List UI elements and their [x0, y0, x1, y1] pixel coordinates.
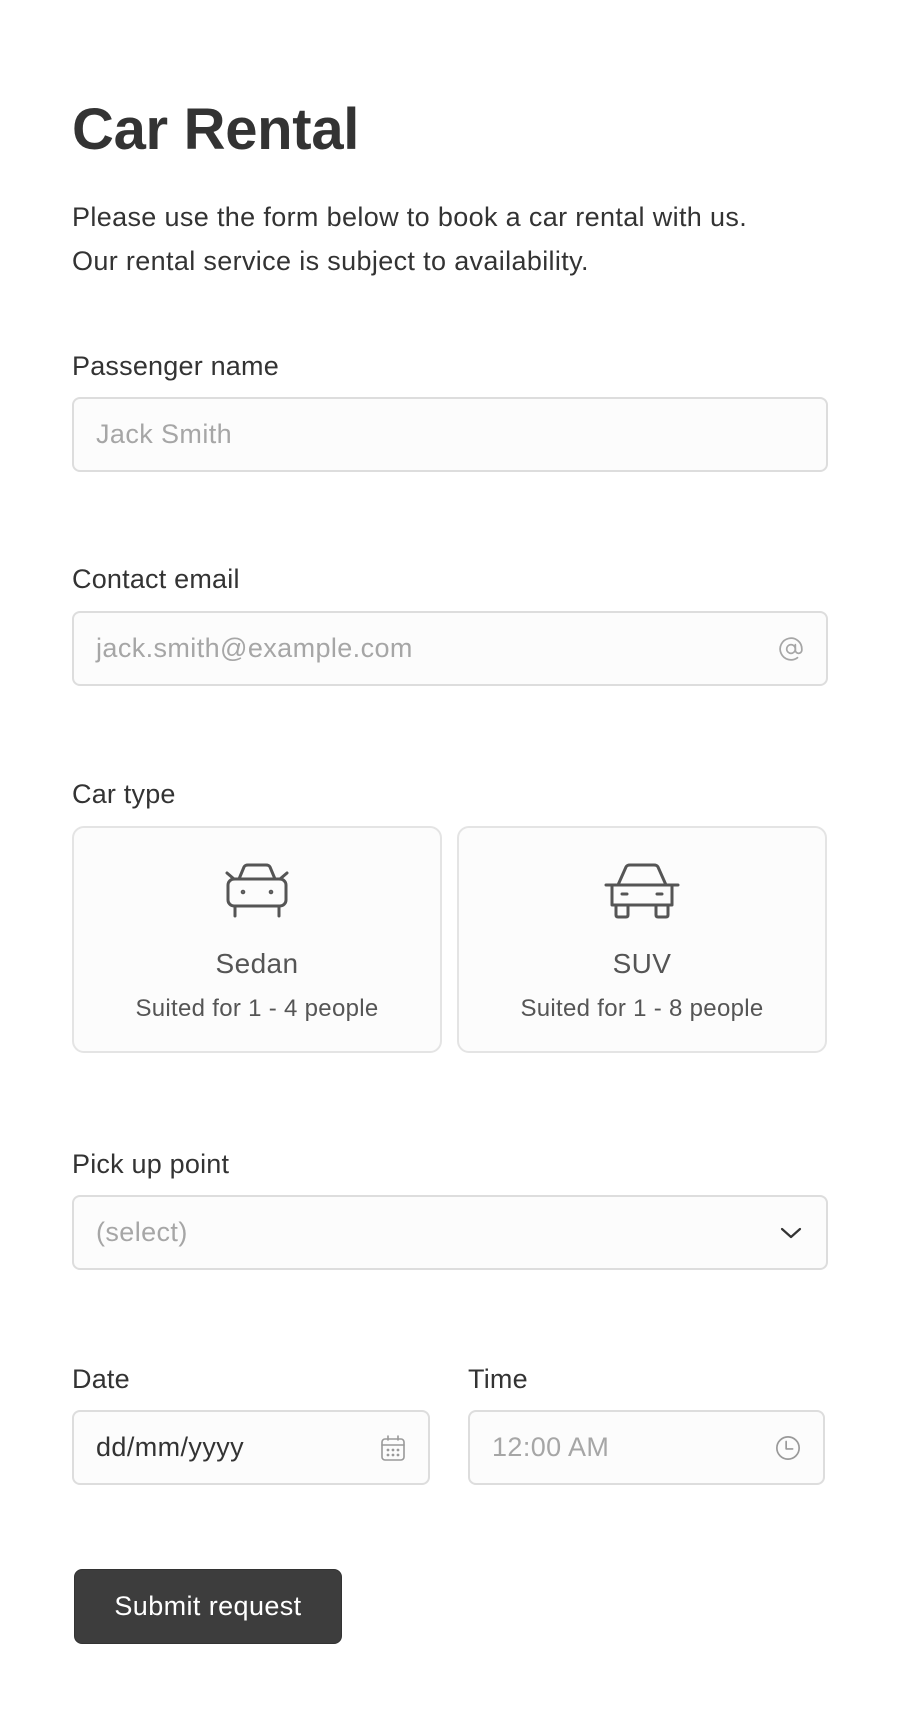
suv-car-icon: [604, 862, 680, 925]
contact-email-input[interactable]: jack.smith@example.com: [72, 611, 828, 686]
passenger-name-input[interactable]: Jack Smith: [72, 397, 828, 472]
intro-line: Our rental service is subject to availab…: [72, 246, 589, 276]
date-value: dd/mm/yyyy: [96, 1432, 245, 1462]
car-type-option-suv[interactable]: SUV Suited for 1 - 8 people: [457, 826, 827, 1053]
clock-icon[interactable]: [775, 1435, 801, 1461]
intro-text: Please use the form below to book a car …: [72, 195, 852, 283]
page-title: Car Rental: [72, 97, 360, 162]
passenger-name-label: Passenger name: [72, 351, 279, 381]
contact-email-label: Contact email: [72, 564, 240, 594]
car-type-option-sedan[interactable]: Sedan Suited for 1 - 4 people: [72, 826, 442, 1053]
at-sign-icon: [778, 636, 804, 662]
car-type-title: SUV: [612, 948, 672, 979]
date-input[interactable]: dd/mm/yyyy: [72, 1410, 430, 1485]
time-label: Time: [468, 1364, 528, 1394]
car-type-title: Sedan: [215, 948, 299, 979]
pickup-point-select[interactable]: (select): [72, 1195, 828, 1270]
pickup-point-label: Pick up point: [72, 1149, 230, 1179]
time-input[interactable]: 12:00 AM: [468, 1410, 825, 1485]
time-placeholder: 12:00 AM: [492, 1432, 610, 1462]
passenger-name-placeholder: Jack Smith: [96, 419, 233, 449]
sedan-car-icon: [224, 862, 290, 925]
car-type-label: Car type: [72, 779, 176, 809]
date-label: Date: [72, 1364, 130, 1394]
intro-line: Please use the form below to book a car …: [72, 202, 748, 232]
calendar-icon[interactable]: [380, 1434, 406, 1461]
chevron-down-icon: [778, 1220, 804, 1246]
submit-request-button[interactable]: Submit request: [74, 1569, 342, 1644]
car-type-subtitle: Suited for 1 - 8 people: [520, 995, 764, 1022]
pickup-point-selected: (select): [96, 1217, 188, 1247]
car-type-subtitle: Suited for 1 - 4 people: [135, 995, 379, 1022]
contact-email-placeholder: jack.smith@example.com: [96, 633, 413, 663]
